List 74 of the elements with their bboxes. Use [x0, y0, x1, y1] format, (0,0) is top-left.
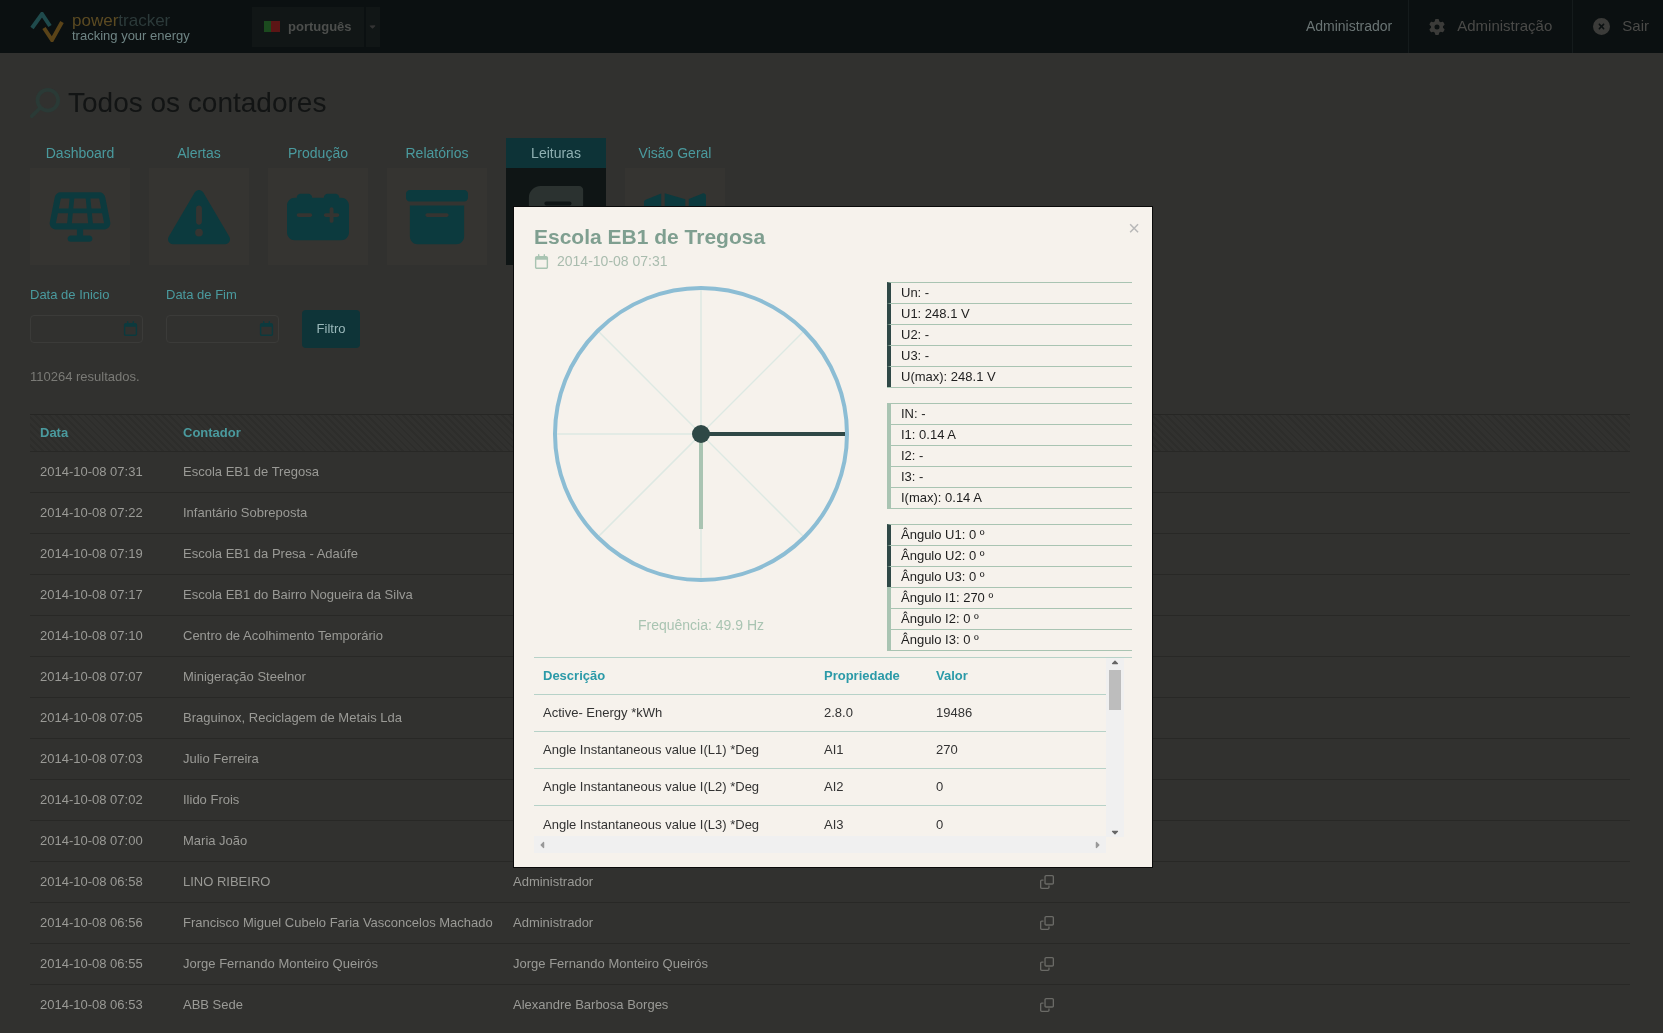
table-cell-text: 2014-10-08 07:22: [40, 504, 144, 523]
logo-text: powertracker: [72, 11, 172, 29]
table-cell-text: Minigeração Steelnor: [183, 668, 307, 687]
column-header: Propriedade: [824, 667, 901, 686]
reading-value: Ângulo I1: 270 º: [887, 587, 1132, 608]
reading-value: I3: -: [887, 466, 1132, 487]
table-cell-text: Escola EB1 do Bairro Nogueira da Silva: [183, 586, 414, 605]
column-header: Data: [40, 424, 70, 443]
table-cell-text: 0: [936, 815, 944, 834]
field-label: Data de Fim: [166, 286, 238, 304]
reading-value: U3: -: [887, 345, 1132, 366]
table-cell-text: Centro de Acolhimento Temporário: [183, 627, 384, 646]
reading-value: Ângulo U1: 0 º: [887, 524, 1132, 545]
table-cell-text: ABB Sede: [183, 996, 244, 1015]
dialog-title: Escola EB1 de Tregosa: [534, 224, 767, 249]
table-cell-text: 2014-10-08 07:17: [40, 586, 144, 605]
table-cell-text: 2014-10-08 07:05: [40, 709, 144, 728]
reading-value: U2: -: [887, 324, 1132, 345]
table-cell-text: LINO RIBEIRO: [183, 873, 272, 892]
table-cell-text: Ilido Frois: [183, 791, 241, 810]
table-cell-text: Angle Instantaneous value I(L1) *Deg: [543, 741, 761, 760]
table-cell-text: 2.8.0: [824, 704, 854, 723]
table-cell-text: Julio Ferreira: [183, 750, 260, 769]
column-header: Contador: [183, 424, 241, 443]
table-cell-text: Active- Energy *kWh: [543, 704, 664, 723]
table-cell-text: 2014-10-08 06:56: [40, 914, 144, 933]
table-cell-text: Braguinox, Reciclagem de Metais Lda: [183, 709, 403, 728]
table-cell-text: AI3: [824, 815, 845, 834]
table-cell-text: 2014-10-08 07:03: [40, 750, 144, 769]
table-cell-text: Jorge Fernando Monteiro Queirós: [513, 955, 710, 974]
logo-tagline: tracking your energy: [72, 28, 190, 42]
reading-value: Ângulo U3: 0 º: [887, 566, 1132, 587]
table-cell-text: AI2: [824, 778, 845, 797]
table-cell-text: 2014-10-08 07:19: [40, 545, 144, 564]
table-cell-text: Angle Instantaneous value I(L2) *Deg: [543, 778, 761, 797]
table-cell-text: Infantário Sobreposta: [183, 504, 309, 523]
table-cell-text: 2014-10-08 07:00: [40, 832, 144, 851]
table-cell-text: 270: [936, 741, 958, 760]
user-name: Administrador: [1304, 17, 1394, 36]
table-cell-text: 19486: [936, 704, 973, 723]
reading-value: I2: -: [887, 445, 1132, 466]
table-cell-text: 2014-10-08 06:53: [40, 996, 144, 1015]
frequency-label: Frequência: 49.9 Hz: [637, 616, 765, 635]
table-cell-text: 2014-10-08 06:58: [40, 873, 144, 892]
table-cell-text: AI1: [824, 741, 845, 760]
reading-value: I1: 0.14 A: [887, 424, 1132, 445]
reading-date: 2014-10-08 07:31: [557, 252, 668, 271]
reading-value: IN: -: [887, 403, 1132, 424]
table-cell-text: 2014-10-08 07:07: [40, 668, 144, 687]
reading-value: U(max): 248.1 V: [887, 366, 1132, 387]
reading-value: Ângulo I3: 0 º: [887, 629, 1132, 650]
table-cell-text: Administrador: [513, 873, 595, 892]
table-cell-text: 0: [936, 778, 944, 797]
table-cell-text: 2014-10-08 07:31: [40, 463, 144, 482]
table-cell-text: 2014-10-08 07:02: [40, 791, 144, 810]
table-cell-text: Escola EB1 de Tregosa: [183, 463, 320, 482]
field-label: Data de Inicio: [30, 286, 111, 304]
table-cell-text: Maria João: [183, 832, 249, 851]
reading-value: Un: -: [887, 282, 1132, 303]
results-count: 110264 resultados.: [30, 367, 140, 386]
table-cell-text: Administrador: [513, 914, 595, 933]
table-cell-text: 2014-10-08 07:10: [40, 627, 144, 646]
table-cell-text: Alexandre Barbosa Borges: [513, 996, 670, 1015]
column-header: Descrição: [543, 667, 607, 686]
table-cell-text: Jorge Fernando Monteiro Queirós: [183, 955, 380, 974]
table-cell-text: Escola EB1 da Presa - Adaúfe: [183, 545, 359, 564]
reading-value: Ângulo I2: 0 º: [887, 608, 1132, 629]
reading-value: U1: 248.1 V: [887, 303, 1132, 324]
column-header: Valor: [936, 667, 968, 686]
table-cell-text: Francisco Miguel Cubelo Faria Vasconcelos Machado: [183, 914, 494, 933]
table-cell-text: 2014-10-08 06:55: [40, 955, 144, 974]
reading-value: Ângulo U2: 0 º: [887, 545, 1132, 566]
table-cell-text: Angle Instantaneous value I(L3) *Deg: [543, 815, 761, 834]
reading-value: I(max): 0.14 A: [887, 487, 1132, 508]
